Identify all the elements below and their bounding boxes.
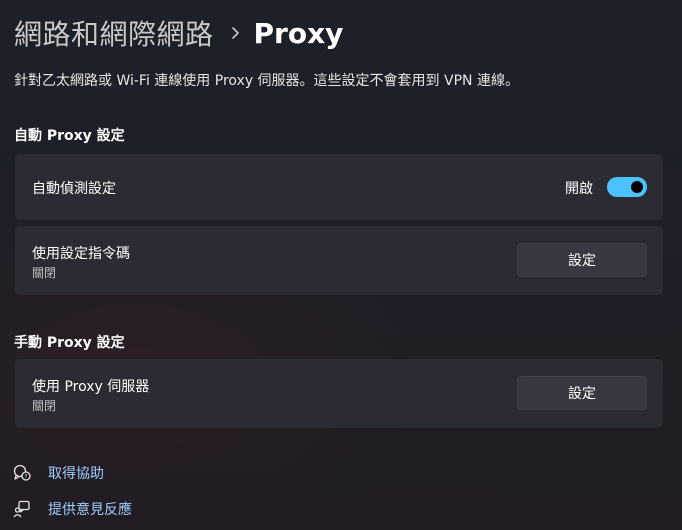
auto-proxy-section-title: 自動 Proxy 設定 (14, 128, 125, 144)
breadcrumb: 網路和網際網路 Proxy (14, 12, 343, 54)
auto-detect-label: 自動偵測設定 (32, 181, 116, 197)
auto-detect-card: 自動偵測設定 開啟 (15, 154, 663, 220)
setup-script-label: 使用設定指令碼 (32, 246, 130, 262)
setup-script-card: 使用設定指令碼 關閉 設定 (15, 226, 663, 295)
proxy-server-card: 使用 Proxy 伺服器 關閉 設定 (15, 359, 663, 428)
give-feedback-label[interactable]: 提供意見反應 (48, 499, 132, 519)
svg-text:?: ? (25, 474, 28, 480)
help-chat-icon: ? (12, 463, 32, 483)
proxy-server-status: 關閉 (32, 399, 57, 413)
auto-detect-toggle[interactable] (607, 177, 647, 197)
setup-script-button[interactable]: 設定 (517, 243, 647, 277)
manual-proxy-section-title: 手動 Proxy 設定 (14, 335, 125, 351)
toggle-knob (631, 181, 643, 193)
give-feedback-link[interactable]: 提供意見反應 (12, 499, 132, 519)
breadcrumb-parent[interactable]: 網路和網際網路 (14, 13, 214, 53)
setup-script-status: 關閉 (32, 266, 57, 280)
proxy-server-button[interactable]: 設定 (517, 376, 647, 410)
proxy-server-label: 使用 Proxy 伺服器 (32, 379, 150, 395)
auto-detect-state-label: 開啟 (565, 181, 593, 197)
get-help-label[interactable]: 取得協助 (48, 463, 104, 483)
chevron-right-icon (230, 26, 240, 40)
page-title: Proxy (253, 16, 344, 50)
get-help-link[interactable]: ? 取得協助 (12, 463, 104, 483)
feedback-icon (12, 499, 32, 519)
page-description: 針對乙太網路或 Wi-Fi 連線使用 Proxy 伺服器。這些設定不會套用到 V… (14, 73, 519, 89)
